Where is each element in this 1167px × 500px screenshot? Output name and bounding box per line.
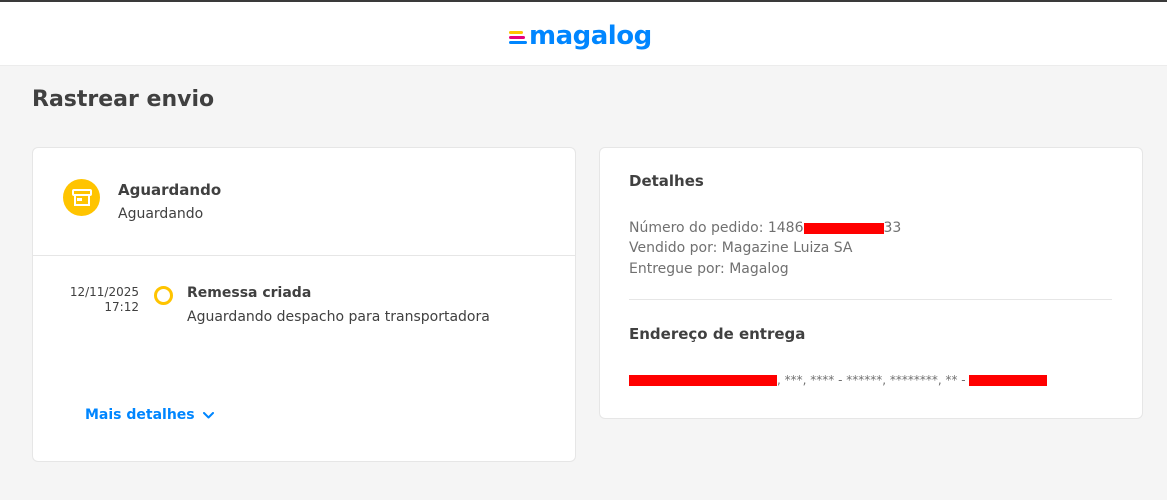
event-status-dot	[154, 286, 173, 305]
magalog-logo[interactable]: magalog	[509, 21, 652, 51]
chevron-down-icon	[202, 411, 214, 418]
status-title: Aguardando	[118, 181, 222, 199]
logo-stripes	[509, 31, 527, 44]
order-number-prefix: Número do pedido: 1486	[629, 220, 804, 236]
order-number-suffix: 33	[883, 220, 902, 236]
page-title: Rastrear envio	[32, 87, 215, 112]
event-date: 12/11/2025	[69, 285, 139, 299]
more-details-link[interactable]: Mais detalhes	[85, 407, 214, 423]
redaction-bar	[629, 375, 777, 386]
address-title: Endereço de entrega	[629, 325, 806, 343]
redaction-bar	[969, 375, 1048, 386]
redaction-bar	[803, 222, 884, 234]
event-title: Remessa criada	[187, 285, 312, 301]
address-masked: , ***, **** - ******, ********, ** -	[777, 373, 970, 387]
sold-by: Vendido por: Magazine Luiza SA	[629, 240, 853, 256]
delivered-by: Entregue por: Magalog	[629, 261, 789, 277]
tracking-card: Aguardando Aguardando 12/11/2025 17:12 R…	[32, 147, 576, 462]
delivery-address: , ***, **** - ******, ********, ** -	[629, 373, 1048, 387]
details-title: Detalhes	[629, 172, 704, 190]
divider	[629, 299, 1112, 300]
store-icon	[71, 188, 92, 206]
logo-text: magalog	[529, 21, 652, 51]
more-details-label: Mais detalhes	[85, 407, 195, 423]
order-number: Número do pedido: 1486 33	[629, 220, 901, 236]
top-header: magalog	[0, 0, 1167, 66]
event-description: Aguardando despacho para transportadora	[187, 309, 490, 325]
event-time: 17:12	[104, 300, 139, 314]
divider	[33, 255, 575, 256]
status-subtitle: Aguardando	[118, 206, 204, 222]
status-icon-circle	[63, 179, 100, 216]
details-card: Detalhes Número do pedido: 1486 33 Vendid…	[599, 147, 1143, 419]
event-datetime: 12/11/2025 17:12	[63, 285, 139, 315]
